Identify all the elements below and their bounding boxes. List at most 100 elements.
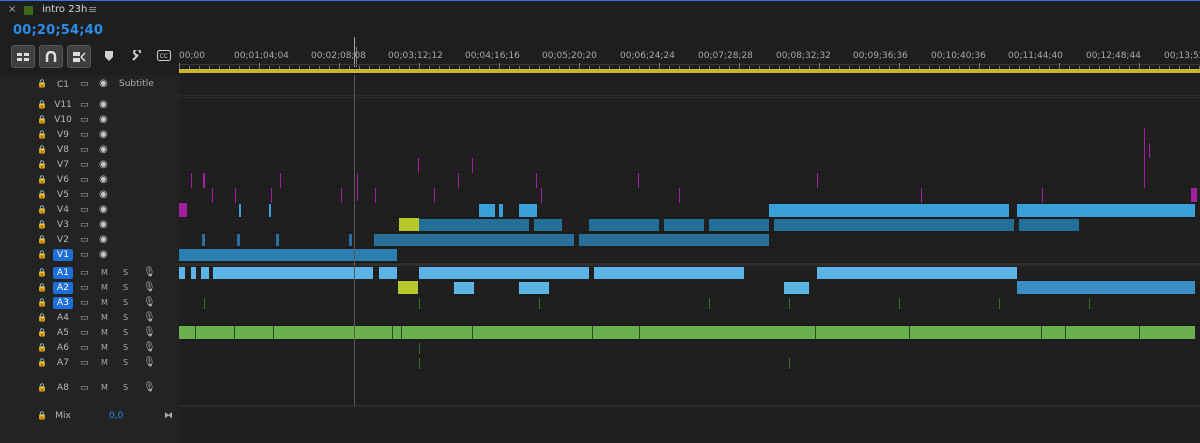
timeline-settings-button[interactable] bbox=[126, 45, 148, 66]
mic-icon[interactable]: 🎙 bbox=[143, 382, 156, 393]
solo-button[interactable]: S bbox=[123, 283, 128, 292]
audio-clip[interactable] bbox=[519, 282, 549, 294]
video-clip[interactable] bbox=[419, 219, 529, 231]
video-clip[interactable] bbox=[774, 219, 1014, 231]
track-line[interactable] bbox=[179, 280, 1200, 281]
mute-button[interactable]: M bbox=[101, 358, 108, 367]
track-header-row[interactable]: 🔒 V2 ▭ ◉ bbox=[0, 233, 179, 248]
sync-lock-icon[interactable]: ▭ bbox=[80, 343, 89, 353]
adjustment-clip[interactable] bbox=[1144, 128, 1145, 188]
track-header-row[interactable]: 🔒 A4 ▭ M S 🎙 bbox=[0, 311, 179, 326]
adjustment-clip[interactable] bbox=[203, 173, 205, 188]
solo-button[interactable]: S bbox=[123, 358, 128, 367]
adjustment-clip[interactable] bbox=[179, 203, 187, 217]
sync-lock-icon[interactable]: ▭ bbox=[80, 250, 89, 260]
track-header-row[interactable]: 🔒 A8 ▭ M S 🎙 bbox=[0, 375, 179, 403]
audio-marker[interactable] bbox=[419, 358, 420, 369]
track-line[interactable] bbox=[179, 142, 1200, 143]
adjustment-clip[interactable] bbox=[458, 173, 459, 188]
track-line[interactable] bbox=[179, 370, 1200, 371]
sync-lock-icon[interactable]: ▭ bbox=[80, 268, 89, 278]
sync-lock-icon[interactable]: ▭ bbox=[80, 79, 89, 89]
adjustment-clip[interactable] bbox=[1042, 188, 1043, 203]
track-name-v4[interactable]: V4 bbox=[53, 204, 73, 216]
lock-icon[interactable]: 🔒 bbox=[37, 115, 47, 124]
video-clip[interactable] bbox=[202, 234, 205, 246]
track-header-row[interactable]: 🔒 V11 ▭ ◉ bbox=[0, 98, 179, 113]
sync-lock-icon[interactable]: ▭ bbox=[80, 358, 89, 368]
track-line[interactable] bbox=[179, 340, 1200, 341]
adjustment-clip[interactable] bbox=[1149, 143, 1150, 158]
adjustment-clip[interactable] bbox=[271, 188, 272, 203]
sync-lock-icon[interactable]: ▭ bbox=[80, 313, 89, 323]
track-header-row[interactable]: 🔒 V1 ▭ ◉ bbox=[0, 248, 179, 263]
sync-lock-icon[interactable]: ▭ bbox=[80, 130, 89, 140]
adjustment-clip[interactable] bbox=[472, 158, 473, 173]
lock-icon[interactable]: 🔒 bbox=[37, 190, 47, 199]
playhead-timecode[interactable]: 00;20;54;40 bbox=[13, 23, 103, 38]
mix-volume-value[interactable]: 0,0 bbox=[109, 411, 123, 421]
audio-clip[interactable] bbox=[179, 326, 1195, 339]
video-clip[interactable] bbox=[374, 234, 399, 246]
go-to-end-icon[interactable]: ⧓ bbox=[164, 411, 173, 421]
track-line[interactable] bbox=[179, 400, 1200, 401]
track-separator[interactable] bbox=[179, 95, 1200, 96]
track-header-row[interactable]: 🔒 V3 ▭ ◉ bbox=[0, 218, 179, 233]
eye-icon[interactable]: ◉ bbox=[99, 249, 108, 260]
track-header-row[interactable]: 🔒 A1 ▭ M S 🎙 bbox=[0, 266, 179, 281]
clip-edge[interactable] bbox=[392, 326, 393, 339]
video-clip[interactable] bbox=[769, 204, 1009, 217]
video-clip[interactable] bbox=[179, 249, 397, 261]
audio-clip[interactable] bbox=[594, 267, 744, 279]
track-line[interactable] bbox=[179, 232, 1200, 233]
eye-icon[interactable]: ◉ bbox=[99, 78, 108, 89]
track-header-row[interactable]: 🔒 A7 ▭ M S 🎙 bbox=[0, 356, 179, 371]
lock-icon[interactable]: 🔒 bbox=[37, 250, 47, 259]
audio-clip[interactable] bbox=[817, 267, 1017, 279]
mic-icon[interactable]: 🎙 bbox=[143, 357, 156, 368]
adjustment-clip[interactable] bbox=[817, 173, 818, 188]
adjustment-clip[interactable] bbox=[280, 173, 281, 188]
adjustment-clip[interactable] bbox=[212, 188, 213, 203]
adjustment-clip[interactable] bbox=[638, 173, 639, 188]
mic-icon[interactable]: 🎙 bbox=[143, 267, 156, 278]
sync-lock-icon[interactable]: ▭ bbox=[80, 100, 89, 110]
eye-icon[interactable]: ◉ bbox=[99, 129, 108, 140]
track-name-v5[interactable]: V5 bbox=[53, 189, 73, 201]
adjustment-clip[interactable] bbox=[679, 188, 680, 203]
eye-icon[interactable]: ◉ bbox=[99, 189, 108, 200]
track-line[interactable] bbox=[179, 127, 1200, 128]
adjustment-clip[interactable] bbox=[921, 188, 922, 203]
adjustment-clip[interactable] bbox=[235, 188, 236, 203]
video-clip[interactable] bbox=[519, 204, 537, 217]
sync-lock-icon[interactable]: ▭ bbox=[80, 235, 89, 245]
adjustment-clip[interactable] bbox=[357, 173, 358, 201]
mute-button[interactable]: M bbox=[101, 283, 108, 292]
audio-marker[interactable] bbox=[789, 358, 790, 369]
work-area-bar[interactable] bbox=[179, 69, 1200, 73]
audio-marker[interactable] bbox=[709, 298, 710, 309]
lock-icon[interactable]: 🔒 bbox=[37, 235, 47, 244]
video-clip[interactable] bbox=[479, 204, 495, 217]
eye-icon[interactable]: ◉ bbox=[99, 99, 108, 110]
video-clip[interactable] bbox=[399, 218, 419, 231]
track-header-row[interactable]: 🔒 A5 ▭ M S 🎙 bbox=[0, 326, 179, 341]
audio-marker[interactable] bbox=[999, 298, 1000, 309]
track-name-a2[interactable]: A2 bbox=[53, 282, 73, 294]
playhead-line[interactable] bbox=[354, 75, 355, 405]
audio-marker[interactable] bbox=[419, 343, 420, 354]
track-line[interactable] bbox=[179, 325, 1200, 326]
video-clip[interactable] bbox=[237, 234, 240, 246]
video-clip[interactable] bbox=[276, 234, 279, 246]
audio-marker[interactable] bbox=[789, 298, 790, 309]
track-header-row[interactable]: 🔒 V5 ▭ ◉ bbox=[0, 188, 179, 203]
mic-icon[interactable]: 🎙 bbox=[143, 327, 156, 338]
adjustment-clip[interactable] bbox=[536, 173, 537, 188]
mute-button[interactable]: M bbox=[101, 383, 108, 392]
track-name-a6[interactable]: A6 bbox=[53, 342, 73, 354]
eye-icon[interactable]: ◉ bbox=[99, 174, 108, 185]
close-icon[interactable]: × bbox=[8, 4, 16, 15]
clip-edge[interactable] bbox=[639, 326, 640, 339]
sequence-title[interactable]: intro 23h bbox=[42, 4, 87, 15]
lock-icon[interactable]: 🔒 bbox=[37, 79, 47, 88]
